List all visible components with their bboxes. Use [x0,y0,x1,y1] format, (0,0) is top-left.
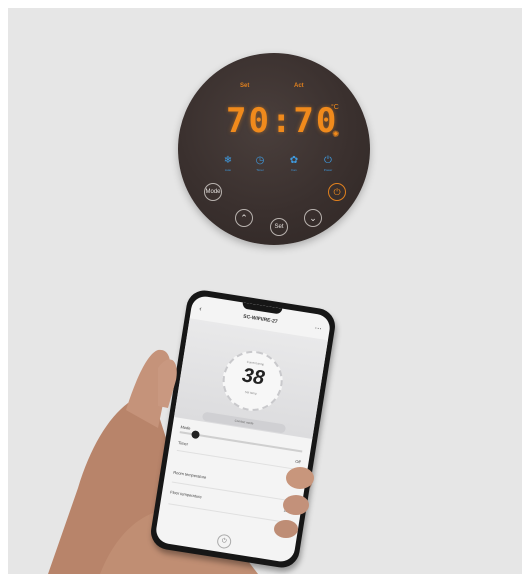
fingertips-overlay [158,359,314,538]
product-photo-background: Set Act 70:70 °C ✺ ❄ Auto ◷ Timer ✿ Fan … [8,8,522,574]
